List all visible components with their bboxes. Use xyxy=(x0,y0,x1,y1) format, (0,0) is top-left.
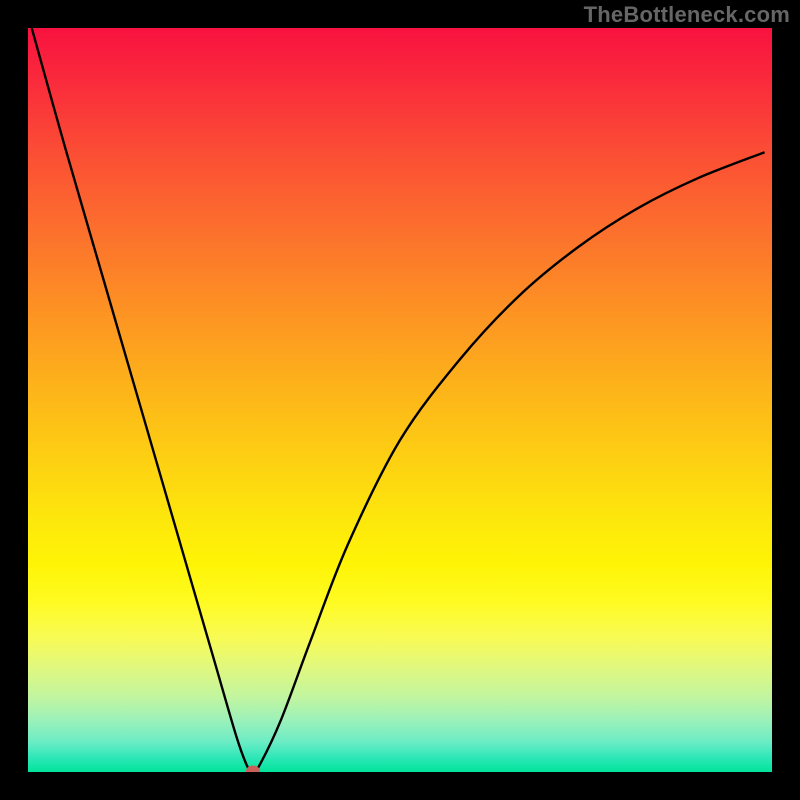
watermark-text: TheBottleneck.com xyxy=(584,2,790,28)
curve-path xyxy=(32,28,765,772)
chart-frame: TheBottleneck.com xyxy=(0,0,800,800)
minimum-marker xyxy=(246,766,260,772)
plot-area xyxy=(28,28,772,772)
bottleneck-curve xyxy=(28,28,772,772)
